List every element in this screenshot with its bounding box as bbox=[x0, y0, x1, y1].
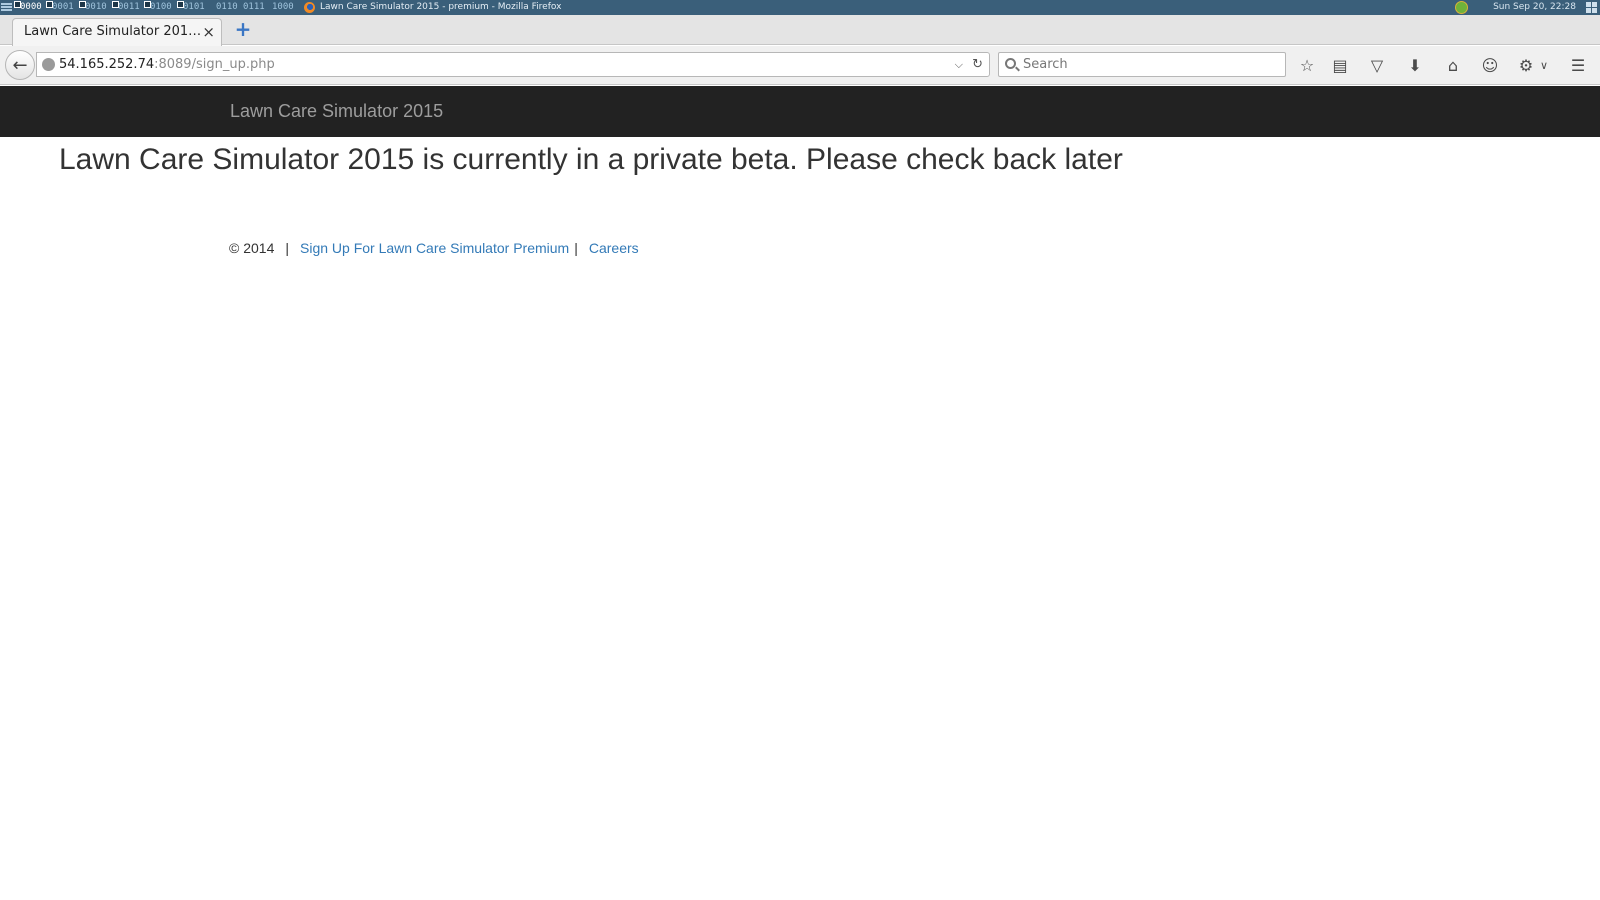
back-button[interactable]: ← bbox=[5, 50, 35, 80]
workspace-6[interactable]: 0110 bbox=[216, 0, 238, 15]
beta-message: Lawn Care Simulator 2015 is currently in… bbox=[59, 143, 1123, 176]
chat-icon[interactable]: ☺ bbox=[1479, 55, 1501, 77]
workspace-0[interactable]: 0000 bbox=[14, 0, 42, 15]
globe-icon bbox=[42, 58, 55, 71]
home-icon[interactable]: ⌂ bbox=[1442, 55, 1464, 77]
bookmark-star-icon[interactable]: ☆ bbox=[1296, 55, 1318, 77]
active-window-title[interactable]: Lawn Care Simulator 2015 - premium - Moz… bbox=[304, 0, 561, 15]
workspace-indicator-icon bbox=[14, 1, 21, 8]
workspace-indicator-icon bbox=[144, 1, 151, 8]
workspace-5[interactable]: 0101 bbox=[177, 0, 205, 15]
footer-separator: | bbox=[285, 240, 289, 256]
workspace-1[interactable]: 0001 bbox=[46, 0, 74, 15]
site-navbar: Lawn Care Simulator 2015 bbox=[0, 86, 1600, 137]
url-bar[interactable]: 54.165.252.74:8089/sign_up.php ⌵ ↻ bbox=[36, 52, 990, 77]
app-menu-icon[interactable] bbox=[1, 2, 12, 13]
workspace-2[interactable]: 0010 bbox=[79, 0, 107, 15]
workspace-7[interactable]: 0111 bbox=[243, 0, 265, 15]
back-arrow-icon: ← bbox=[12, 54, 28, 76]
signup-premium-link[interactable]: Sign Up For Lawn Care Simulator Premium bbox=[300, 240, 569, 256]
search-icon bbox=[1005, 58, 1016, 69]
pocket-icon[interactable]: ▽ bbox=[1366, 55, 1388, 77]
url-host: 54.165.252.74 bbox=[59, 57, 155, 72]
firefox-icon bbox=[304, 2, 315, 13]
workspace-8[interactable]: 1000 bbox=[272, 0, 294, 15]
chevron-down-icon[interactable]: ∨ bbox=[1533, 55, 1555, 77]
workspace-indicator-icon bbox=[79, 1, 86, 8]
tab-lawn-care[interactable]: Lawn Care Simulator 201… × bbox=[12, 18, 222, 46]
footer-separator: | bbox=[574, 240, 578, 256]
url-path: :8089/sign_up.php bbox=[154, 57, 275, 72]
workspace-indicator-icon bbox=[177, 1, 184, 8]
search-input[interactable] bbox=[1023, 54, 1278, 75]
search-box[interactable] bbox=[998, 52, 1286, 77]
new-tab-button[interactable]: + bbox=[234, 19, 252, 39]
url-text[interactable]: 54.165.252.74:8089/sign_up.php bbox=[59, 53, 275, 76]
download-icon[interactable]: ⬇ bbox=[1404, 55, 1426, 77]
system-panel: 0000 0001 0010 0011 0100 0101 0110 0111 … bbox=[0, 0, 1600, 15]
workspace-grid-icon[interactable] bbox=[1586, 2, 1597, 13]
tab-title: Lawn Care Simulator 201… bbox=[24, 24, 202, 39]
navigation-toolbar: ← 54.165.252.74:8089/sign_up.php ⌵ ↻ ☆ ▤… bbox=[0, 46, 1600, 85]
reload-icon[interactable]: ↻ bbox=[972, 53, 983, 76]
close-icon[interactable]: × bbox=[202, 19, 215, 45]
reading-list-icon[interactable]: ▤ bbox=[1329, 55, 1351, 77]
workspace-4[interactable]: 0100 bbox=[144, 0, 172, 15]
hamburger-menu-icon[interactable]: ☰ bbox=[1567, 55, 1589, 77]
page-footer: © 2014 | Sign Up For Lawn Care Simulator P… bbox=[229, 240, 639, 256]
clock[interactable]: Sun Sep 20, 22:28 bbox=[1493, 0, 1576, 15]
copyright-text: © 2014 bbox=[229, 240, 275, 256]
careers-link[interactable]: Careers bbox=[589, 240, 639, 256]
tab-strip: Lawn Care Simulator 201… × + bbox=[0, 15, 1600, 46]
dropdown-arrow-icon[interactable]: ⌵ bbox=[955, 53, 963, 76]
workspace-indicator-icon bbox=[46, 1, 53, 8]
workspace-3[interactable]: 0011 bbox=[112, 0, 140, 15]
update-tray-icon[interactable] bbox=[1455, 1, 1468, 14]
workspace-indicator-icon bbox=[112, 1, 119, 8]
site-brand-link[interactable]: Lawn Care Simulator 2015 bbox=[230, 86, 443, 137]
